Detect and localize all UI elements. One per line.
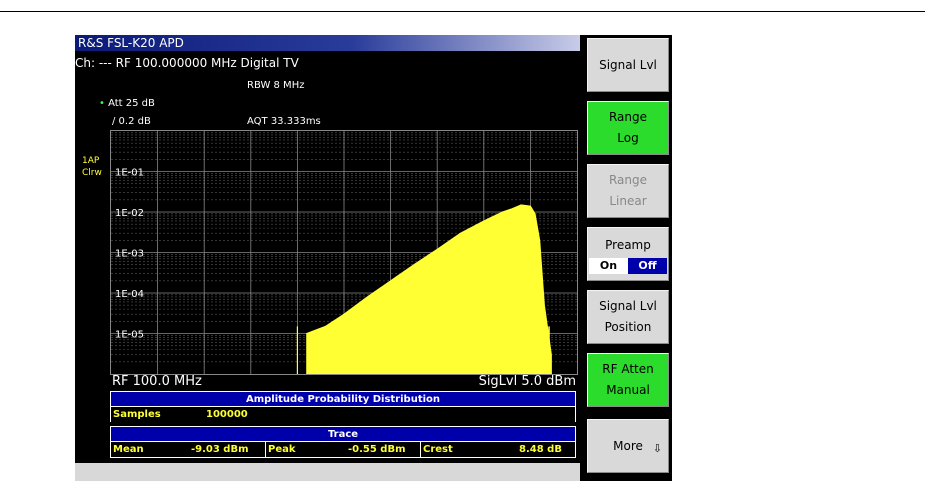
softkey-label: Log — [617, 131, 639, 145]
preamp-on-option[interactable]: On — [589, 257, 628, 274]
softkey-label: Preamp — [605, 237, 651, 252]
att-info: • Att 25 dB — [99, 97, 155, 111]
y-tick-label: 1E-01 — [115, 168, 144, 179]
aqt-info: AQT 33.333ms — [247, 116, 321, 127]
crest-value: 8.48 dB — [519, 444, 562, 455]
marker-dot-icon: • — [99, 98, 105, 109]
crest-label: Crest — [423, 444, 453, 455]
softkey-label: Range — [608, 110, 648, 124]
apd-plot: 1E-01 1E-02 1E-03 1E-04 1E-05 — [110, 130, 578, 375]
mean-label: Mean — [113, 444, 144, 455]
window-title: R&S FSL-K20 APD — [75, 35, 580, 51]
softkey-label: Linear — [609, 194, 647, 208]
softkey-label: Signal Lvl — [599, 299, 657, 313]
column-divider — [265, 442, 266, 457]
softkey-label: Range — [608, 173, 648, 187]
arrow-down-icon: ⇩ — [652, 442, 662, 455]
trace-stats-row: Mean -9.03 dBm Peak -0.55 dBm Crest 8.48… — [110, 442, 576, 458]
column-divider — [420, 442, 421, 457]
mean-value: -9.03 dBm — [191, 444, 249, 455]
trace-label: 1AP — [82, 156, 100, 166]
preamp-toggle[interactable]: On Off — [589, 257, 667, 274]
trace-mode: Clrw — [82, 168, 102, 178]
x-axis-left-label: RF 100.0 MHz — [112, 374, 202, 389]
table-title: Amplitude Probability Distribution — [110, 391, 576, 407]
rbw-info: RBW 8 MHz — [247, 80, 305, 91]
samples-row: Samples 100000 — [110, 407, 576, 422]
softkey-signal-lvl[interactable]: Signal Lvl — [587, 38, 669, 92]
softkey-range-linear[interactable]: Range Linear — [587, 164, 669, 218]
ref-step-info: / 0.2 dB — [112, 116, 151, 127]
peak-label: Peak — [268, 444, 296, 455]
samples-label: Samples — [113, 409, 161, 420]
y-tick-label: 1E-05 — [115, 330, 144, 341]
analyzer-screen: R&S FSL-K20 APD Ch: --- RF 100.000000 MH… — [75, 35, 580, 481]
softkey-range-log[interactable]: Range Log — [587, 101, 669, 155]
status-bar — [75, 463, 580, 481]
softkey-label: Manual — [606, 383, 650, 397]
softkey-rf-atten-manual[interactable]: RF Atten Manual — [587, 353, 669, 407]
top-divider-line — [0, 11, 925, 12]
y-tick-label: 1E-02 — [115, 208, 144, 219]
plot-axis-labels: RF 100.0 MHz SigLvl 5.0 dBm — [110, 374, 578, 390]
channel-info: Ch: --- RF 100.000000 MHz Digital TV — [75, 56, 299, 70]
softkey-label: Position — [604, 320, 652, 334]
att-value: Att 25 dB — [108, 98, 155, 109]
preamp-off-option[interactable]: Off — [628, 257, 667, 274]
x-axis-right-label: SigLvl 5.0 dBm — [478, 374, 576, 389]
apd-chart-svg: 1E-01 1E-02 1E-03 1E-04 1E-05 — [111, 131, 577, 375]
softkey-signal-lvl-position[interactable]: Signal Lvl Position — [587, 290, 669, 344]
softkey-preamp[interactable]: Preamp On Off — [587, 227, 669, 281]
y-tick-label: 1E-04 — [115, 289, 144, 300]
softkey-more[interactable]: More ⇩ — [587, 419, 669, 473]
softkey-label: Signal Lvl — [599, 57, 657, 72]
samples-value: 100000 — [206, 409, 248, 420]
softkey-panel: Signal Lvl Range Log Range Linear Preamp… — [580, 35, 672, 481]
peak-value: -0.55 dBm — [348, 444, 406, 455]
softkey-label: RF Atten — [602, 362, 654, 376]
softkey-label: More — [613, 438, 643, 453]
y-tick-label: 1E-03 — [115, 249, 144, 260]
trace-table-title: Trace — [110, 426, 576, 442]
